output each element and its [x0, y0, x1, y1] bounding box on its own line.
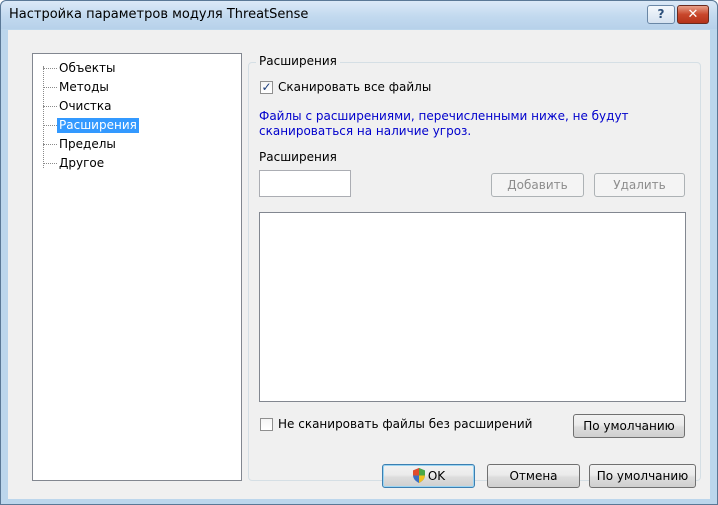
- help-button[interactable]: ?: [647, 5, 675, 24]
- tree-connector: [43, 87, 57, 88]
- window-title: Настройка параметров модуля ThreatSense: [9, 7, 309, 22]
- remove-button[interactable]: Удалить: [594, 173, 685, 197]
- extension-field-label: Расширения: [259, 150, 337, 164]
- extension-input[interactable]: [259, 170, 351, 197]
- tree-connector: [43, 68, 57, 69]
- extensions-list[interactable]: [259, 212, 686, 402]
- info-text: Файлы с расширениями, перечисленными ниж…: [259, 109, 629, 138]
- close-button[interactable]: ✕: [677, 5, 709, 24]
- add-button[interactable]: Добавить: [491, 173, 584, 197]
- ok-button[interactable]: OK: [382, 464, 475, 488]
- footer-defaults-button[interactable]: По умолчанию: [589, 464, 696, 488]
- skip-no-extension-checkbox[interactable]: [260, 418, 273, 431]
- panel-defaults-button[interactable]: По умолчанию: [573, 414, 685, 438]
- tree-connector-line: [43, 66, 44, 168]
- skip-no-extension-label: Не сканировать файлы без расширений: [278, 417, 533, 431]
- title-bar[interactable]: Настройка параметров модуля ThreatSense …: [1, 1, 717, 29]
- dialog-window: Настройка параметров модуля ThreatSense …: [0, 0, 718, 505]
- ok-button-label: OK: [427, 469, 446, 483]
- tree-connector: [43, 125, 57, 126]
- group-caption: Расширения: [256, 53, 340, 69]
- checkmark-icon: ✓: [261, 80, 272, 94]
- tree-item-label: Методы: [59, 80, 109, 94]
- uac-shield-icon: [412, 468, 425, 483]
- help-icon: ?: [657, 7, 665, 21]
- dialog-client-area: Объекты Методы Очистка Расширения Предел…: [8, 30, 710, 499]
- tree-item-label: Пределы: [59, 137, 116, 151]
- tree-connector: [43, 163, 57, 164]
- tree-connector: [43, 106, 57, 107]
- cancel-button[interactable]: Отмена: [487, 464, 580, 488]
- tree-item-label: Объекты: [59, 61, 116, 75]
- tree-item-label: Другое: [59, 156, 105, 170]
- tree-connector: [43, 144, 57, 145]
- tree-item-label: Расширения: [57, 118, 139, 133]
- scan-all-files-checkbox[interactable]: ✓: [260, 80, 273, 94]
- close-icon: ✕: [687, 7, 699, 22]
- scan-all-files-label: Сканировать все файлы: [278, 80, 432, 94]
- settings-tree[interactable]: Объекты Методы Очистка Расширения Предел…: [32, 53, 242, 481]
- tree-item-label: Очистка: [59, 99, 112, 113]
